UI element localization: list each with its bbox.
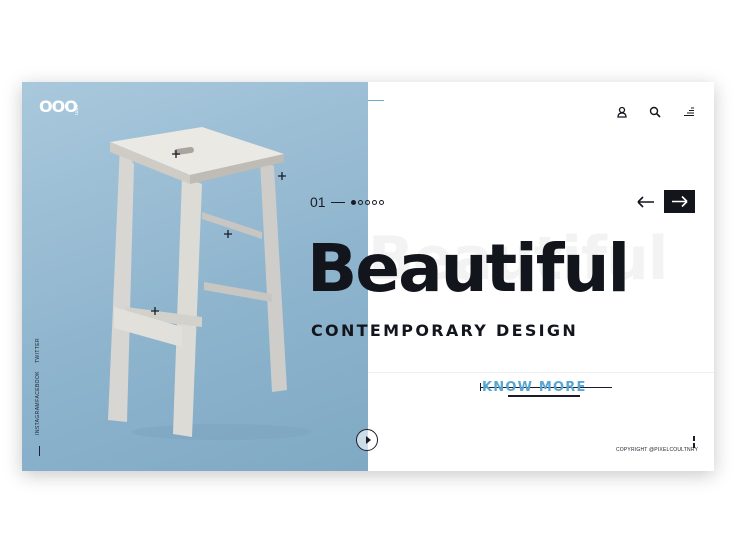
slide-dot[interactable] [364, 199, 370, 205]
counter-dash [330, 201, 345, 203]
slide-dot[interactable] [371, 199, 377, 205]
hero-subtitle: CONTEMPORARY DESIGN [311, 321, 579, 340]
social-link-instagram[interactable]: INSTAGRAM [35, 402, 41, 435]
scroll-indicator[interactable] [693, 436, 695, 454]
hero-title: Beautiful [307, 230, 630, 307]
slide-dot[interactable] [350, 199, 356, 205]
know-more-link[interactable]: KNOW MORE [482, 380, 587, 395]
search-icon[interactable] [649, 105, 663, 119]
hero-card: OOO .com TWITTER FACEBOOK INSTAGRAM 01 B… [22, 82, 714, 471]
accent-line [368, 100, 384, 101]
social-link-twitter[interactable]: TWITTER [35, 338, 41, 363]
logo[interactable]: OOO .com [39, 97, 79, 116]
section-divider [368, 372, 714, 373]
social-link-facebook[interactable]: FACEBOOK [35, 371, 41, 402]
social-divider [39, 446, 40, 456]
slide-counter: 01 [310, 194, 384, 210]
logo-suffix: .com [73, 103, 79, 116]
play-video-button[interactable] [356, 429, 378, 451]
slide-dot[interactable] [378, 199, 384, 205]
prev-slide-button[interactable] [634, 192, 658, 212]
menu-icon[interactable] [683, 105, 697, 119]
slide-index: 01 [310, 194, 326, 210]
user-icon[interactable] [616, 105, 630, 119]
arrow-left-icon [637, 196, 654, 208]
arrow-right-icon [672, 195, 688, 208]
copyright-text: COPYRIGHT @PIXELCOULTNRY [616, 447, 699, 453]
slide-dot[interactable] [357, 199, 363, 205]
next-slide-button[interactable] [664, 190, 695, 213]
cta-underline-bold [508, 395, 580, 397]
logo-text: OOO [39, 97, 78, 116]
